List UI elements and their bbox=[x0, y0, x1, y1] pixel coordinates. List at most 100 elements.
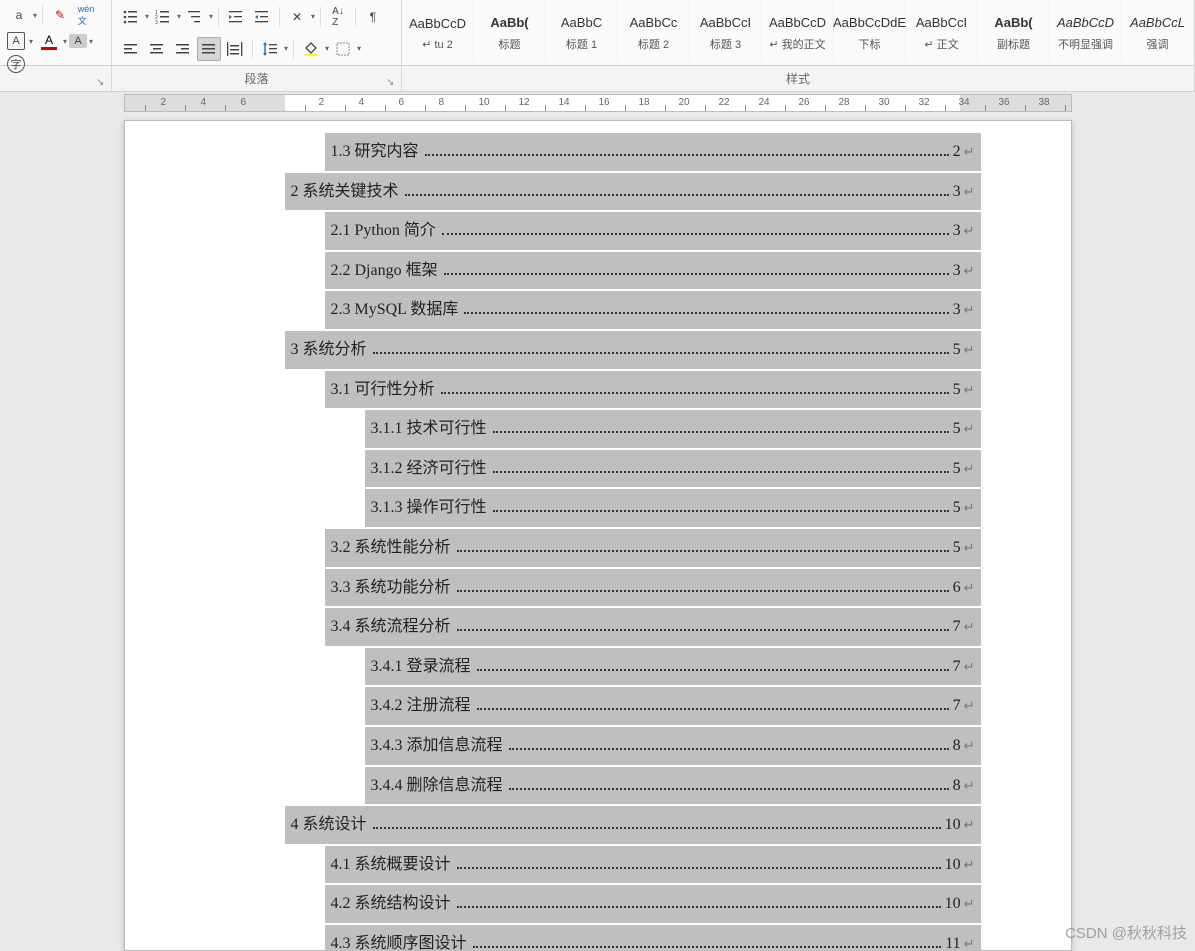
change-case-dropdown[interactable]: ▾ bbox=[32, 11, 38, 20]
clear-format-button[interactable]: ✎ bbox=[48, 3, 72, 27]
toc-entry[interactable]: 2 系统关键技术3↵ bbox=[285, 173, 981, 211]
style-item-9[interactable]: AaBbCcD不明显强调 bbox=[1050, 0, 1122, 60]
borders-dropdown[interactable]: ▾ bbox=[356, 44, 362, 53]
paragraph-mark-icon: ↵ bbox=[964, 340, 975, 361]
toc-entry[interactable]: 3.1.1 技术可行性5↵ bbox=[365, 410, 981, 448]
line-spacing-button[interactable] bbox=[258, 37, 282, 61]
highlight-button[interactable]: A bbox=[69, 34, 87, 48]
shading-dropdown[interactable]: ▾ bbox=[324, 44, 330, 53]
ribbon-caption-row: ↘ 段落 ↘ 样式 bbox=[0, 66, 1195, 92]
align-right-button[interactable] bbox=[171, 37, 195, 61]
align-distribute-button[interactable] bbox=[223, 37, 247, 61]
style-item-1[interactable]: AaBb(标题 bbox=[474, 0, 546, 60]
paragraph-mark-icon: ↵ bbox=[964, 578, 975, 599]
toc-entry[interactable]: 2.3 MySQL 数据库3↵ bbox=[325, 291, 981, 329]
styles-group: AaBbCcD↵ tu 2AaBb(标题AaBbC标题 1AaBbCc标题 2A… bbox=[402, 0, 1195, 65]
style-item-4[interactable]: AaBbCcI标题 3 bbox=[690, 0, 762, 60]
font-color-button[interactable]: A bbox=[37, 29, 61, 53]
toc-entry[interactable]: 3.1.3 操作可行性5↵ bbox=[365, 489, 981, 527]
toc-entry[interactable]: 3.2 系统性能分析5↵ bbox=[325, 529, 981, 567]
character-border-button[interactable]: A bbox=[7, 32, 25, 50]
toc-leader-dots bbox=[493, 500, 949, 513]
style-item-0[interactable]: AaBbCcD↵ tu 2 bbox=[402, 0, 474, 60]
toc-entry-text: 2.2 Django 框架 bbox=[331, 258, 438, 284]
change-case-button[interactable]: a bbox=[7, 3, 31, 27]
style-item-2[interactable]: AaBbC标题 1 bbox=[546, 0, 618, 60]
toc-entry[interactable]: 3.1.2 经济可行性5↵ bbox=[365, 450, 981, 488]
phonetic-guide-button[interactable]: wén文 bbox=[74, 3, 98, 27]
toc-leader-dots bbox=[373, 341, 949, 354]
toc-entry-page: 7 bbox=[953, 614, 961, 640]
increase-indent-button[interactable] bbox=[250, 5, 274, 29]
toc-entry[interactable]: 3.4.2 注册流程7↵ bbox=[365, 687, 981, 725]
borders-button[interactable] bbox=[331, 37, 355, 61]
toc-leader-dots bbox=[405, 183, 949, 196]
toc-entry-page: 2 bbox=[953, 139, 961, 165]
toc-entry[interactable]: 4 系统设计10↵ bbox=[285, 806, 981, 844]
toc-entry[interactable]: 2.2 Django 框架3↵ bbox=[325, 252, 981, 290]
align-center-button[interactable] bbox=[145, 37, 169, 61]
paragraph-mark-icon: ↵ bbox=[964, 419, 975, 440]
style-item-5[interactable]: AaBbCcD↵ 我的正文 bbox=[762, 0, 834, 60]
toc-entry-page: 5 bbox=[953, 337, 961, 363]
decrease-indent-button[interactable] bbox=[224, 5, 248, 29]
toc-entry[interactable]: 4.3 系统顺序图设计11↵ bbox=[325, 925, 981, 951]
asian-layout-button[interactable]: ✕ bbox=[285, 5, 309, 29]
document-page: 1.3 研究内容2↵2 系统关键技术3↵2.1 Python 简介3↵2.2 D… bbox=[124, 120, 1072, 951]
toc-entry-page: 3 bbox=[953, 297, 961, 323]
toc-leader-dots bbox=[464, 302, 948, 315]
style-preview: AaBb( bbox=[490, 8, 528, 36]
horizontal-ruler[interactable]: 6422468101214161820222426283032343638404… bbox=[124, 94, 1072, 112]
style-name-label: 下标 bbox=[859, 36, 881, 52]
font-color-dropdown[interactable]: ▾ bbox=[62, 37, 68, 46]
shading-button[interactable] bbox=[299, 37, 323, 61]
toc-entry[interactable]: 3.3 系统功能分析6↵ bbox=[325, 569, 981, 607]
style-preview: AaBbC bbox=[561, 8, 602, 36]
toc-entry[interactable]: 3.1 可行性分析5↵ bbox=[325, 371, 981, 409]
toc-entry-text: 3.4.2 注册流程 bbox=[371, 693, 471, 719]
document-workspace: 1.3 研究内容2↵2 系统关键技术3↵2.1 Python 简介3↵2.2 D… bbox=[0, 114, 1195, 951]
paragraph-mark-icon: ↵ bbox=[964, 736, 975, 757]
show-marks-button[interactable]: ¶ bbox=[361, 5, 385, 29]
toc-entry[interactable]: 3.4.1 登录流程7↵ bbox=[365, 648, 981, 686]
toc-leader-dots bbox=[509, 777, 949, 790]
paragraph-launcher-icon[interactable]: ↘ bbox=[386, 77, 398, 89]
sort-button[interactable]: A↓Z bbox=[326, 5, 350, 29]
toc-entry[interactable]: 3 系统分析 5↵ bbox=[285, 331, 981, 369]
style-item-3[interactable]: AaBbCc标题 2 bbox=[618, 0, 690, 60]
numbering-dropdown[interactable]: ▾ bbox=[176, 12, 182, 21]
multilevel-list-button[interactable] bbox=[183, 5, 207, 29]
style-name-label: 标题 1 bbox=[566, 36, 597, 52]
style-item-10[interactable]: AaBbCcL强调 bbox=[1122, 0, 1194, 60]
paragraph-mark-icon: ↵ bbox=[964, 498, 975, 519]
toc-entry[interactable]: 3.4.4 删除信息流程8↵ bbox=[365, 767, 981, 805]
multilevel-dropdown[interactable]: ▾ bbox=[208, 12, 214, 21]
styles-gallery[interactable]: AaBbCcD↵ tu 2AaBb(标题AaBbC标题 1AaBbCc标题 2A… bbox=[402, 0, 1194, 60]
style-preview: AaBbCcI bbox=[700, 8, 751, 36]
bullets-button[interactable] bbox=[119, 5, 143, 29]
toc-entry-text: 3 系统分析 bbox=[291, 337, 367, 363]
style-item-8[interactable]: AaBb(副标题 bbox=[978, 0, 1050, 60]
toc-entry[interactable]: 2.1 Python 简介3↵ bbox=[325, 212, 981, 250]
highlight-dropdown[interactable]: ▾ bbox=[88, 37, 94, 46]
numbering-button[interactable]: 123 bbox=[151, 5, 175, 29]
toc-entry-page: 3 bbox=[953, 218, 961, 244]
align-left-button[interactable] bbox=[119, 37, 143, 61]
toc-entry[interactable]: 1.3 研究内容2↵ bbox=[325, 133, 981, 171]
toc-entry[interactable]: 4.2 系统结构设计10↵ bbox=[325, 885, 981, 923]
font-more-dropdown[interactable]: ▾ bbox=[26, 37, 36, 46]
asian-layout-dropdown[interactable]: ▾ bbox=[310, 12, 316, 21]
font-launcher-icon[interactable]: ↘ bbox=[96, 77, 108, 89]
paragraph-mark-icon: ↵ bbox=[964, 380, 975, 401]
style-name-label: ↵ 正文 bbox=[924, 36, 958, 52]
line-spacing-dropdown[interactable]: ▾ bbox=[283, 44, 289, 53]
align-justify-button[interactable] bbox=[197, 37, 221, 61]
toc-entry[interactable]: 3.4.3 添加信息流程8↵ bbox=[365, 727, 981, 765]
toc-leader-dots bbox=[457, 895, 941, 908]
toc-entry-page: 6 bbox=[953, 575, 961, 601]
style-item-7[interactable]: AaBbCcI↵ 正文 bbox=[906, 0, 978, 60]
bullets-dropdown[interactable]: ▾ bbox=[144, 12, 150, 21]
toc-entry[interactable]: 4.1 系统概要设计10↵ bbox=[325, 846, 981, 884]
style-item-6[interactable]: AaBbCcDdE下标 bbox=[834, 0, 906, 60]
toc-entry[interactable]: 3.4 系统流程分析7↵ bbox=[325, 608, 981, 646]
